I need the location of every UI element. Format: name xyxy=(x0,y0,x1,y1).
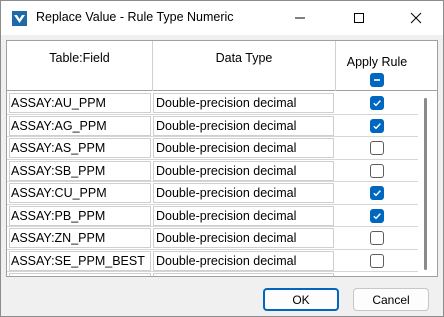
window-title: Replace Value - Rule Type Numeric xyxy=(36,10,234,24)
apply-rule-cell xyxy=(336,137,418,159)
replace-value-dialog: Replace Value - Rule Type Numeric Table:… xyxy=(0,0,444,317)
data-type-cell[interactable]: Double-precision decimal xyxy=(153,93,334,113)
select-all-checkbox[interactable] xyxy=(370,73,384,87)
field-cell[interactable]: ASSAY:CU_PPM xyxy=(9,183,151,203)
apply-rule-checkbox[interactable] xyxy=(370,253,384,268)
apply-rule-checkbox[interactable] xyxy=(370,141,384,155)
apply-rule-checkbox[interactable] xyxy=(370,186,384,200)
apply-rule-cell xyxy=(336,160,418,182)
close-button[interactable] xyxy=(393,1,439,35)
checkmark-icon xyxy=(373,100,381,107)
field-cell[interactable]: ASSAY:PB_PPM xyxy=(9,205,151,226)
rules-grid: Table:Field Data Type Apply Rule ASSAY:A… xyxy=(6,40,438,277)
apply-rule-checkbox[interactable] xyxy=(370,96,384,110)
grid-header: Table:Field Data Type Apply Rule xyxy=(7,41,437,91)
column-header-data-type[interactable]: Data Type xyxy=(153,41,336,91)
column-header-table-field[interactable]: Table:Field xyxy=(7,41,153,91)
data-type-cell[interactable]: Double-precision decimal xyxy=(153,273,334,276)
apply-rule-cell xyxy=(336,227,418,249)
column-header-apply-rule[interactable]: Apply Rule xyxy=(336,41,418,91)
field-cell[interactable]: ASSAY:SE_PPM_BEST xyxy=(9,250,151,271)
close-icon xyxy=(410,12,422,24)
indeterminate-icon xyxy=(374,79,380,81)
data-type-cell[interactable]: Double-precision decimal xyxy=(153,138,334,158)
maximize-icon xyxy=(354,13,364,23)
table-row[interactable]: ASSAY:AS_PPM Double-precision decimal xyxy=(7,137,418,160)
cancel-button[interactable]: Cancel xyxy=(353,288,429,311)
field-cell[interactable]: ASSAY:AS_PPM xyxy=(9,138,151,158)
field-cell[interactable]: ASSAY:AG_PPM xyxy=(9,115,151,136)
data-type-cell[interactable]: Double-precision decimal xyxy=(153,228,334,248)
table-row[interactable]: ASSAY:ZN_PPM Double-precision decimal xyxy=(7,227,418,250)
checkmark-icon xyxy=(373,212,381,219)
checkmark-icon xyxy=(373,122,381,129)
data-type-cell[interactable]: Double-precision decimal xyxy=(153,160,334,181)
field-cell[interactable]: ASSAY:AU_PPM xyxy=(9,93,151,113)
apply-rule-checkbox[interactable] xyxy=(370,276,384,277)
apply-rule-cell xyxy=(336,250,418,272)
data-type-cell[interactable]: Double-precision decimal xyxy=(153,183,334,203)
field-cell[interactable]: ASSAY:ZN_PPM xyxy=(9,228,151,248)
grid-rows: ASSAY:AU_PPM Double-precision decimal ASSA… xyxy=(7,92,418,277)
apply-rule-checkbox[interactable] xyxy=(370,118,384,133)
column-header-label: Table:Field xyxy=(49,51,110,65)
table-row[interactable]: ASSAY:AG_PPM Double-precision decimal xyxy=(7,115,418,137)
dialog-body: Table:Field Data Type Apply Rule ASSAY:A… xyxy=(1,35,443,316)
app-logo-icon xyxy=(12,11,27,26)
table-row[interactable]: ASSAY:CU_PPM Double-precision decimal xyxy=(7,182,418,205)
minimize-button[interactable] xyxy=(277,1,323,35)
data-type-cell[interactable]: Double-precision decimal xyxy=(153,115,334,136)
apply-rule-checkbox[interactable] xyxy=(370,231,384,245)
minimize-icon xyxy=(295,17,305,19)
data-type-cell[interactable]: Double-precision decimal xyxy=(153,205,334,226)
apply-rule-checkbox[interactable] xyxy=(370,163,384,178)
data-type-cell[interactable]: Double-precision decimal xyxy=(153,250,334,271)
vertical-scrollbar[interactable] xyxy=(421,98,433,272)
table-row[interactable]: ASSAY:PB_PPM Double-precision decimal xyxy=(7,205,418,227)
apply-rule-cell xyxy=(336,272,418,277)
apply-rule-cell xyxy=(336,92,418,114)
scrollbar-thumb[interactable] xyxy=(424,98,427,270)
column-header-label: Apply Rule xyxy=(346,55,408,69)
field-cell[interactable]: ASSAY:SU... xyxy=(9,273,151,276)
field-cell[interactable]: ASSAY:SB_PPM xyxy=(9,160,151,181)
apply-rule-cell xyxy=(336,115,418,137)
checkmark-icon xyxy=(373,190,381,197)
title-bar: Replace Value - Rule Type Numeric xyxy=(1,1,443,35)
apply-rule-cell xyxy=(336,182,418,204)
apply-rule-checkbox[interactable] xyxy=(370,208,384,223)
column-header-label: Data Type xyxy=(215,51,273,65)
apply-rule-cell xyxy=(336,205,418,227)
table-row[interactable]: ASSAY:SE_PPM_BEST Double-precision decima… xyxy=(7,250,418,272)
ok-button[interactable]: OK xyxy=(263,288,339,311)
table-row[interactable]: ASSAY:SB_PPM Double-precision decimal xyxy=(7,160,418,182)
table-row[interactable]: ASSAY:AU_PPM Double-precision decimal xyxy=(7,92,418,115)
table-row[interactable]: ASSAY:SU...Double-precision decimal xyxy=(7,272,418,277)
maximize-button[interactable] xyxy=(336,1,382,35)
